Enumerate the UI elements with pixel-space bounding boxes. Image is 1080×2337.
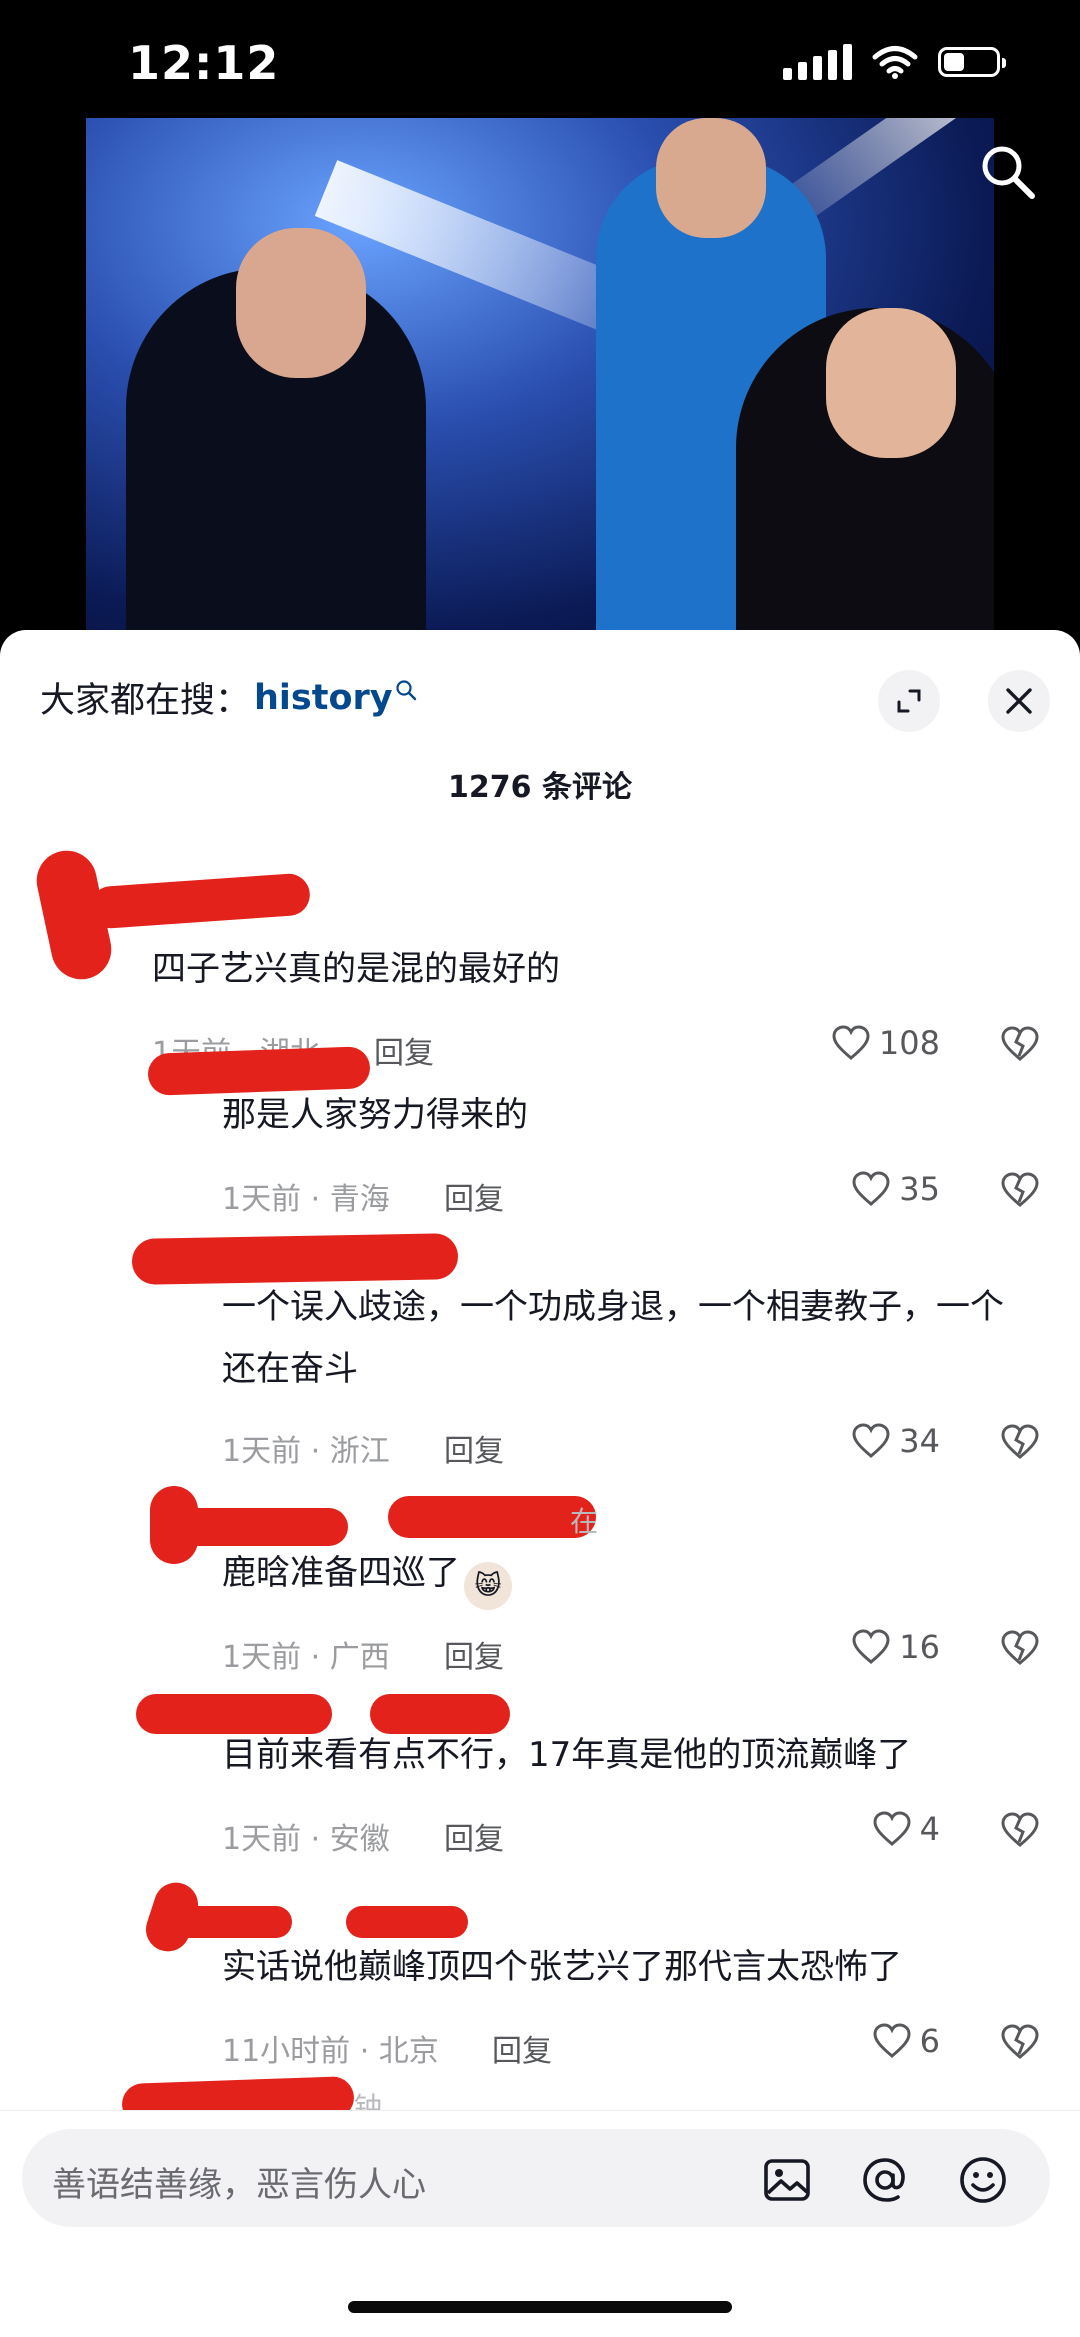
dislike-icon[interactable] [1000, 2024, 1040, 2060]
comment-text: 一个误入歧途，一个功成身退，一个相妻教子，一个还在奋斗 [222, 1287, 1004, 1389]
wifi-icon [872, 46, 918, 79]
like-count: 16 [899, 1628, 940, 1666]
reply-button[interactable]: 回复 [444, 1632, 504, 1676]
dislike-icon[interactable] [1000, 1424, 1040, 1460]
comment-meta: 1天前 · 青海 [222, 1182, 390, 1217]
like-count: 34 [899, 1422, 940, 1460]
comment-text: 四子艺兴真的是混的最好的 [152, 949, 560, 989]
emoji-icon[interactable] [958, 2155, 1008, 2205]
dislike-icon[interactable] [1000, 1812, 1040, 1848]
expand-icon [897, 689, 921, 713]
comment-input-placeholder: 善语结善缘，恶言伤人心 [52, 2165, 426, 2205]
comment-input-bar: 善语结善缘，恶言伤人心 [0, 2110, 1080, 2337]
status-icons [783, 44, 1006, 80]
comment-meta: 11小时前 · 北京 [222, 2034, 439, 2069]
heart-icon [873, 2023, 911, 2058]
search-icon [396, 679, 416, 700]
like-button[interactable]: 16 [851, 1628, 940, 1666]
emoji-sticker: 😸 [464, 1562, 512, 1610]
like-button[interactable]: 4 [872, 1810, 940, 1848]
comment-meta: 1天前 · 广西 [222, 1640, 390, 1675]
reply-to-label: 在 [570, 1505, 599, 1538]
reply-button[interactable]: 回复 [492, 2026, 552, 2070]
like-button[interactable]: 108 [831, 1024, 940, 1062]
battery-level [944, 53, 964, 71]
battery-icon [938, 47, 1006, 77]
dislike-icon[interactable] [1000, 1172, 1040, 1208]
reply-button[interactable]: 回复 [374, 1028, 434, 1072]
redacted-username [162, 1906, 292, 1938]
heart-icon [832, 1025, 870, 1060]
comment-count: 1276 条评论 [448, 770, 632, 805]
redacted-reply-to [388, 1496, 596, 1538]
like-button[interactable]: 34 [851, 1422, 940, 1460]
heart-icon [852, 1423, 890, 1458]
close-icon [1006, 688, 1032, 714]
dislike-icon[interactable] [1000, 1630, 1040, 1666]
redacted-reply-to [346, 1906, 468, 1938]
heart-icon [852, 1629, 890, 1664]
dislike-icon[interactable] [1000, 1026, 1040, 1062]
comment-text: 实话说他巅峰顶四个张艺兴了那代言太恐怖了 [222, 1947, 902, 1987]
trending-prefix: 大家都在搜： [40, 681, 251, 721]
comment-text: 鹿晗准备四巡了 😸 [222, 1542, 1080, 1610]
heart-icon [852, 1171, 890, 1206]
signal-icon [783, 44, 852, 80]
close-button[interactable] [988, 670, 1050, 732]
reply-button[interactable]: 回复 [444, 1814, 504, 1858]
heart-icon [873, 1811, 911, 1846]
trending-search[interactable]: 大家都在搜： history [40, 672, 417, 723]
like-count: 35 [899, 1170, 940, 1208]
status-bar: 12:12 [0, 0, 1080, 120]
like-button[interactable]: 6 [872, 2022, 940, 2060]
like-count: 6 [919, 2022, 940, 2060]
home-indicator [348, 2301, 732, 2313]
image-icon[interactable] [762, 2155, 812, 2205]
reply-button[interactable]: 回复 [444, 1426, 504, 1470]
comment-sheet: 大家都在搜： history 1276 条评论 四子艺兴真的是混的最好的 1天前… [0, 630, 1080, 2336]
redacted-username [88, 872, 312, 930]
like-count: 4 [919, 1810, 940, 1848]
comment-input[interactable]: 善语结善缘，恶言伤人心 [22, 2129, 1050, 2227]
comment-meta: 1天前 · 浙江 [222, 1434, 390, 1469]
comment-text: 那是人家努力得来的 [222, 1095, 528, 1135]
like-count: 108 [878, 1024, 940, 1062]
like-button[interactable]: 35 [851, 1170, 940, 1208]
redacted-username [170, 1508, 348, 1546]
expand-button[interactable] [878, 670, 940, 732]
at-icon[interactable] [860, 2155, 910, 2205]
status-time: 12:12 [128, 36, 280, 90]
comment-text: 目前来看有点不行，17年真是他的顶流巅峰了 [222, 1735, 912, 1775]
video-player[interactable] [86, 118, 994, 638]
trending-keyword[interactable]: history [254, 678, 393, 718]
reply-button[interactable]: 回复 [444, 1174, 504, 1218]
comment-meta: 1天前 · 安徽 [222, 1822, 390, 1857]
search-icon[interactable] [978, 142, 1038, 202]
